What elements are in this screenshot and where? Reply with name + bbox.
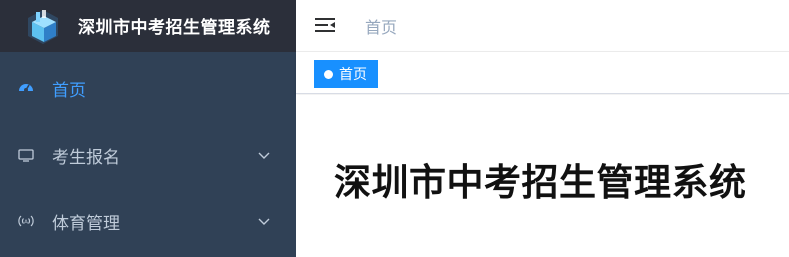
sidebar-item-home[interactable]: 首页 [0,55,296,121]
logo-icon [28,10,58,44]
tags-view: 首页 [296,52,789,94]
chevron-down-icon [258,218,270,225]
page-title: 深圳市中考招生管理系统 [334,161,747,204]
tag-label: 首页 [339,67,367,83]
sidebar-item-label: 体育管理 [52,213,120,234]
breadcrumb: 首页 [365,18,398,37]
hamburger-icon[interactable] [314,14,336,36]
sidebar: 深圳市中考招生管理系统 首页 考生报名 A 体育管理 [0,0,296,257]
monitor-icon [16,145,36,165]
sidebar-item-sports[interactable]: A 体育管理 [0,188,296,254]
sidebar-item-label: 考生报名 [52,147,120,168]
main-content: 深圳市中考招生管理系统 [296,95,789,257]
top-navbar: 首页 [296,0,789,52]
app-root: 深圳市中考招生管理系统 首页 考生报名 A 体育管理 首页 首页 深圳市中考招生… [0,0,789,257]
svg-text:A: A [24,220,28,226]
logo-bar[interactable]: 深圳市中考招生管理系统 [0,0,296,52]
sidebar-item-label: 首页 [52,80,86,101]
dashboard-icon [16,78,36,98]
tag-home[interactable]: 首页 [314,60,378,88]
chevron-down-icon [258,152,270,159]
active-dot-icon [324,69,333,79]
sidebar-item-enrollment[interactable]: 考生报名 [0,122,296,188]
broadcast-icon: A [16,211,36,231]
app-title: 深圳市中考招生管理系统 [78,18,271,38]
